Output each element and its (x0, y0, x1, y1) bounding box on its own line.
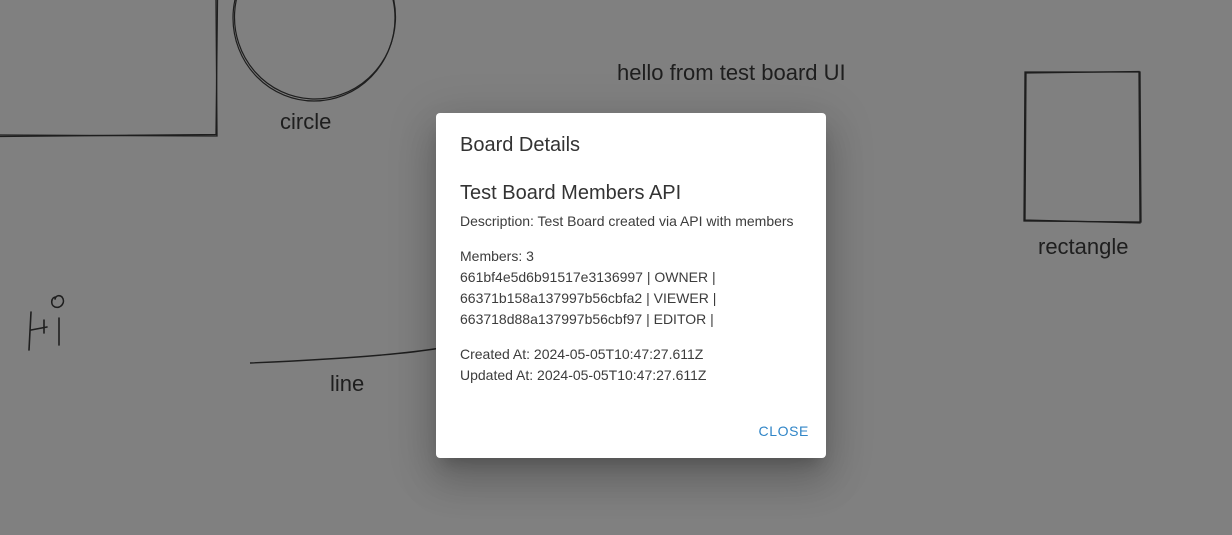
board-details-dialog: Board Details Test Board Members API Des… (436, 113, 826, 458)
created-at: Created At: 2024-05-05T10:47:27.611Z (460, 346, 704, 362)
line-label: line (330, 371, 365, 396)
circle-shape[interactable] (230, 0, 399, 103)
freehand-shape[interactable] (28, 294, 65, 351)
line-shape[interactable] (249, 347, 441, 364)
text-element[interactable]: hello from test board UI (617, 62, 846, 84)
updated-at: Updated At: 2024-05-05T10:47:27.611Z (460, 367, 707, 383)
member-row: 66371b158a137997b56cbfa2 | VIEWER | (460, 290, 717, 306)
close-button[interactable]: CLOSE (759, 424, 809, 438)
dialog-title: Board Details (460, 134, 581, 156)
board-description: Description: Test Board created via API … (460, 213, 794, 229)
member-row: 663718d88a137997b56cbf97 | EDITOR | (460, 311, 714, 327)
members-count: Members: 3 (460, 248, 534, 264)
member-row: 661bf4e5d6b91517e3136997 | OWNER | (460, 269, 716, 285)
rectangle-label: rectangle (1038, 234, 1129, 259)
rectangle-shape[interactable] (1023, 70, 1142, 224)
board-name: Test Board Members API (460, 182, 682, 204)
square-shape[interactable] (0, 0, 219, 138)
circle-label: circle (280, 109, 332, 134)
